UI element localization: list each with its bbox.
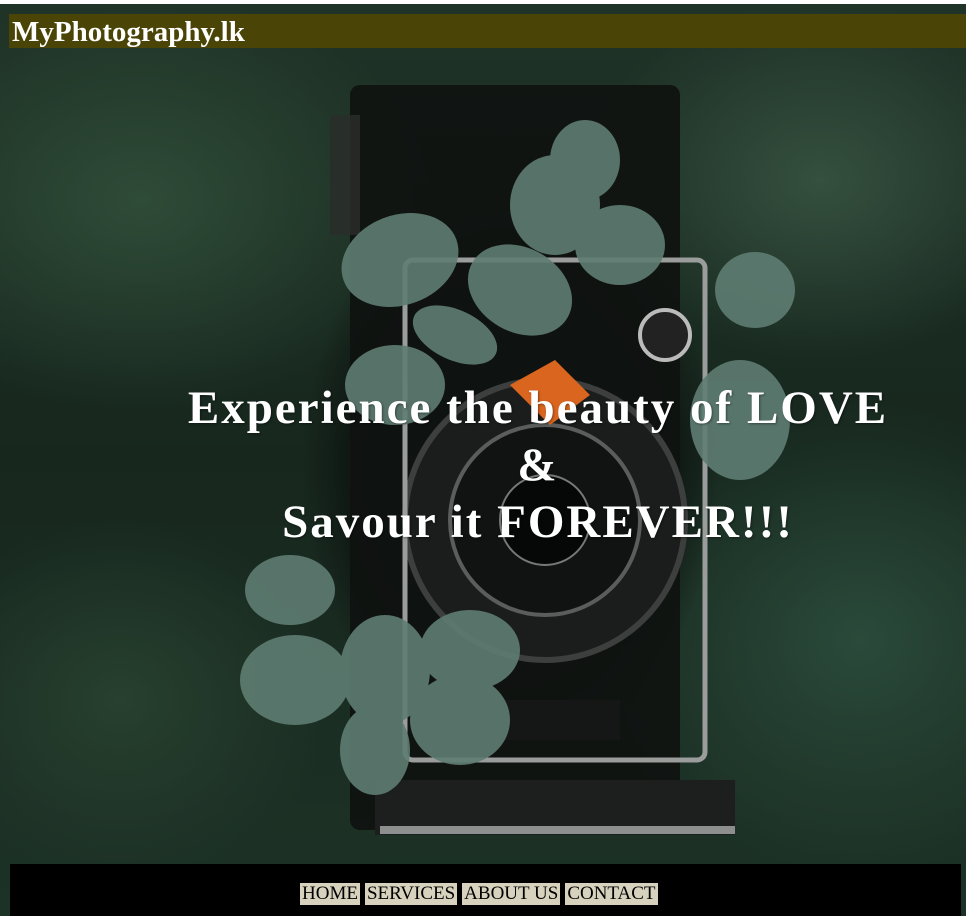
page: MyPhotography.lk Experience the beauty o… <box>0 0 966 916</box>
site-title[interactable]: MyPhotography.lk <box>12 16 245 48</box>
header-bar: MyPhotography.lk <box>9 14 966 48</box>
hero-tagline: Experience the beauty of LOVE & Savour i… <box>110 380 966 551</box>
main-nav: HOME SERVICES ABOUT US CONTACT <box>300 883 658 905</box>
nav-contact-link[interactable]: CONTACT <box>565 883 658 905</box>
tagline-line-2: & <box>517 439 559 491</box>
nav-about-us-link[interactable]: ABOUT US <box>462 883 561 905</box>
tagline-line-1: Experience the beauty of LOVE <box>187 382 889 434</box>
footer-nav-bar: HOME SERVICES ABOUT US CONTACT <box>10 864 961 916</box>
nav-services-link[interactable]: SERVICES <box>364 883 458 905</box>
tagline-line-3: Savour it FOREVER!!! <box>282 496 794 548</box>
top-border <box>0 0 966 4</box>
nav-home-link[interactable]: HOME <box>300 883 360 905</box>
